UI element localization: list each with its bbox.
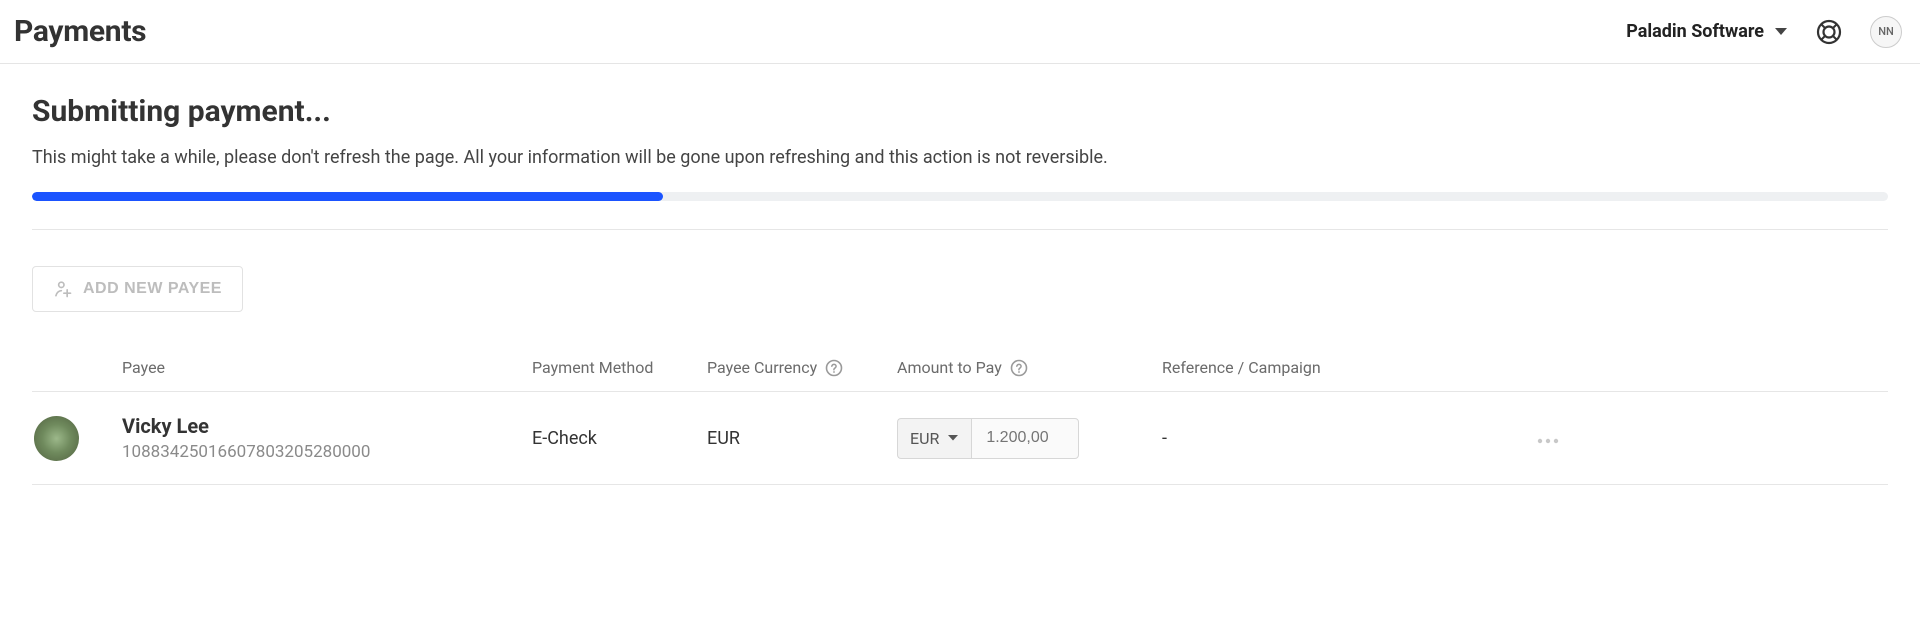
add-new-payee-button[interactable]: ADD NEW PAYEE bbox=[32, 266, 243, 312]
org-name: Paladin Software bbox=[1626, 21, 1764, 42]
content: Submitting payment... This might take a … bbox=[0, 64, 1920, 485]
section-divider bbox=[32, 229, 1888, 230]
progress-fill bbox=[32, 192, 663, 201]
help-circle-icon[interactable] bbox=[1010, 359, 1028, 377]
page-title: Payments bbox=[14, 14, 146, 49]
add-payee-label: ADD NEW PAYEE bbox=[83, 280, 222, 298]
header-right: Paladin Software NN bbox=[1626, 16, 1902, 48]
reference-cell: - bbox=[1162, 428, 1527, 449]
col-payee: Payee bbox=[122, 358, 532, 377]
payee-avatar-cell bbox=[32, 416, 122, 461]
amount-group: EUR bbox=[897, 418, 1162, 459]
amount-cell: EUR bbox=[897, 418, 1162, 459]
amount-input[interactable] bbox=[971, 418, 1079, 459]
payee-avatar bbox=[34, 416, 79, 461]
payee-id: 10883425016607803205280000 bbox=[122, 442, 532, 462]
user-avatar[interactable]: NN bbox=[1870, 16, 1902, 48]
payee-currency-cell: EUR bbox=[707, 428, 897, 449]
avatar-initials: NN bbox=[1878, 25, 1894, 38]
table-row: Vicky Lee 10883425016607803205280000 E-C… bbox=[32, 392, 1888, 485]
row-actions-button[interactable] bbox=[1527, 429, 1567, 448]
org-selector[interactable]: Paladin Software bbox=[1626, 21, 1788, 42]
help-circle-icon[interactable] bbox=[825, 359, 843, 377]
app-header: Payments Paladin Software NN bbox=[0, 0, 1920, 64]
col-amount-to-pay: Amount to Pay bbox=[897, 358, 1162, 377]
payee-table: Payee Payment Method Payee Currency Amou… bbox=[32, 348, 1888, 485]
chevron-down-icon bbox=[1774, 27, 1788, 37]
help-icon[interactable] bbox=[1816, 19, 1842, 45]
col-reference: Reference / Campaign bbox=[1162, 358, 1527, 377]
progress-bar bbox=[32, 192, 1888, 201]
table-header: Payee Payment Method Payee Currency Amou… bbox=[32, 348, 1888, 392]
col-payment-method: Payment Method bbox=[532, 358, 707, 377]
payment-method-cell: E-Check bbox=[532, 428, 707, 449]
add-person-icon bbox=[53, 279, 73, 299]
currency-code: EUR bbox=[910, 429, 939, 448]
currency-select[interactable]: EUR bbox=[897, 418, 971, 459]
payee-name: Vicky Lee bbox=[122, 414, 532, 438]
chevron-down-icon bbox=[947, 434, 959, 442]
payee-info: Vicky Lee 10883425016607803205280000 bbox=[122, 414, 532, 462]
col-payee-currency: Payee Currency bbox=[707, 358, 897, 377]
status-heading: Submitting payment... bbox=[32, 94, 1888, 129]
status-message: This might take a while, please don't re… bbox=[32, 147, 1888, 168]
